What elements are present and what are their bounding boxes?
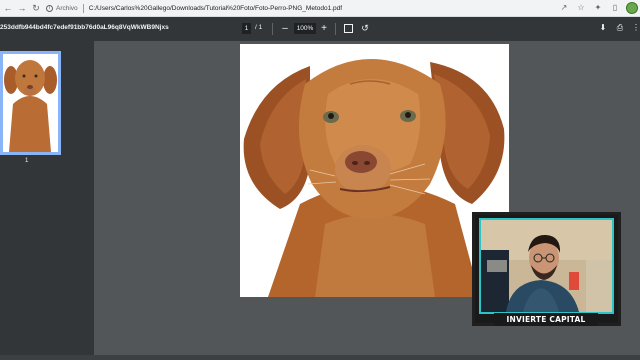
profile-avatar[interactable]: [626, 2, 638, 14]
presenter-video: [481, 220, 612, 312]
archivo-label: Archivo: [56, 4, 78, 12]
side-panel-icon[interactable]: ▯: [609, 2, 621, 14]
dog-thumbnail-image: [3, 54, 58, 152]
webcam-channel-label: INVIERTE CAPITAL: [494, 313, 598, 326]
dog-photo: [240, 44, 509, 297]
address-url[interactable]: C:/Users/Carlos%20Gallego/Downloads/Tuto…: [89, 5, 342, 12]
document-title: 253ddfb944bd4fc7edef91bb76d0aL96q8VqWkWB…: [0, 24, 169, 31]
pdf-page: [240, 44, 509, 297]
rotate-icon[interactable]: ↺: [360, 22, 370, 34]
page-thumbnail[interactable]: [0, 51, 61, 155]
thumbnail-page-number: 1: [25, 158, 29, 164]
more-options-icon[interactable]: ⋮: [632, 22, 640, 34]
share-icon[interactable]: ↗: [558, 2, 570, 14]
zoom-level-input[interactable]: 100%: [294, 23, 316, 34]
page-number-input[interactable]: 1: [242, 23, 251, 34]
zoom-in-button[interactable]: +: [319, 22, 329, 36]
reload-icon[interactable]: ↻: [30, 2, 42, 14]
zoom-out-button[interactable]: –: [280, 22, 290, 36]
browser-address-bar: ← → ↻ i Archivo C:/Users/Carlos%20Galleg…: [0, 0, 640, 17]
print-icon[interactable]: ⎙: [615, 22, 625, 34]
webcam-video: [479, 218, 614, 314]
bottom-strip: [0, 355, 640, 360]
toolbar-divider: [335, 23, 336, 35]
download-icon[interactable]: ⬇: [598, 22, 608, 34]
webcam-overlay: INVIERTE CAPITAL: [472, 212, 621, 326]
toolbar-divider: [272, 23, 273, 35]
forward-arrow-icon[interactable]: →: [16, 2, 28, 14]
page-total: / 1: [255, 24, 263, 31]
pdf-toolbar: 253ddfb944bd4fc7edef91bb76d0aL96q8VqWkWB…: [0, 17, 640, 41]
info-icon: i: [46, 4, 53, 12]
extensions-puzzle-icon[interactable]: ✦: [592, 2, 604, 14]
bookmark-star-icon[interactable]: ☆: [575, 2, 587, 14]
fit-page-icon[interactable]: [344, 24, 353, 33]
thumbnail-sidebar: 1: [0, 41, 94, 360]
site-info-chip[interactable]: i Archivo: [46, 4, 78, 12]
address-divider: [82, 3, 84, 13]
back-arrow-icon[interactable]: ←: [2, 2, 14, 14]
